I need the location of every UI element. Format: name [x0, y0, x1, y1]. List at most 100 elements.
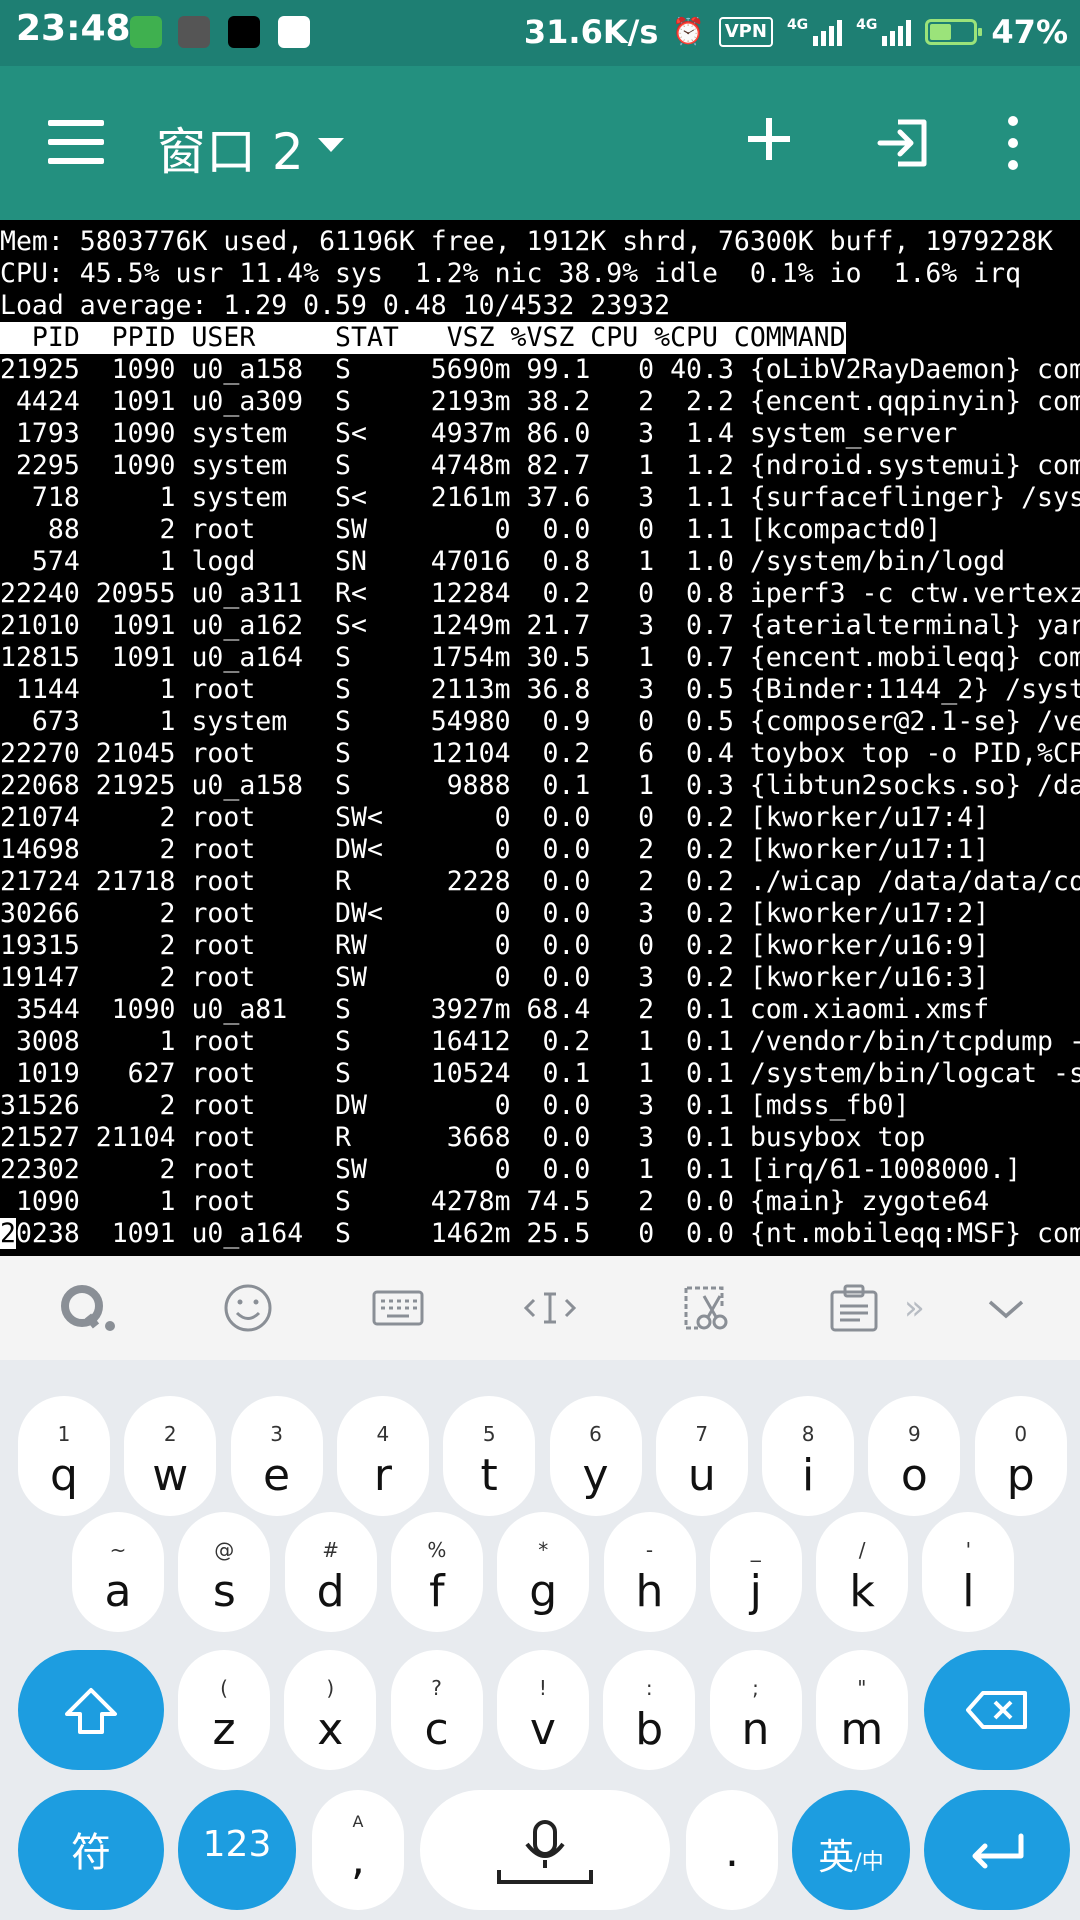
- terminal-icon: [228, 16, 260, 48]
- v2ray-icon: [278, 16, 310, 48]
- process-row: 1090 1 root S 4278m 74.5 2 0.0 {main} zy…: [15, 1186, 990, 1217]
- key-b[interactable]: :b: [603, 1650, 696, 1770]
- key-x[interactable]: ) x: [284, 1650, 377, 1770]
- process-row: 718 1 system S< 2161m 37.6 3 1.1 {surfac…: [31, 482, 1080, 513]
- status-right: 31.6K/s ⏰ VPN 4G 4G 47%: [524, 10, 1068, 54]
- dropdown-arrow-icon[interactable]: [318, 138, 344, 152]
- cursor-move-icon[interactable]: [522, 1282, 578, 1334]
- process-row: 21925 1090 u0_a158 S 5690m 99.1 0 40.3 {…: [0, 354, 1080, 385]
- process-row: 21724 21718 root R 2228 0.0 2 0.2 ./wica…: [0, 866, 1080, 897]
- clipboard-cut-icon[interactable]: [678, 1282, 730, 1334]
- process-row: 574 1 logd SN 47016 0.8 1 1.0 /system/bi…: [31, 546, 1006, 577]
- number-key[interactable]: 123: [178, 1790, 296, 1910]
- process-row: 14698 2 root DW< 0 0.0 2 0.2 [kworker/u1…: [0, 834, 990, 865]
- key-f[interactable]: % f: [390, 1512, 483, 1632]
- more-options-icon[interactable]: [1006, 116, 1020, 170]
- key-c[interactable]: ? c: [390, 1650, 483, 1770]
- process-row: 21074 2 root SW< 0 0.0 0 0.2 [kworker/u1…: [0, 802, 990, 833]
- key-z[interactable]: (z: [178, 1650, 270, 1770]
- soft-keyboard: 符 123 A , . 英/中 1 q 2 w 3 e 4 r 5 t 6 y 7 u 8 i 9 o 0 p ~ a @ s…: [0, 1360, 1080, 1920]
- enter-key[interactable]: [924, 1790, 1070, 1910]
- keyboard-logo-icon[interactable]: [58, 1282, 118, 1334]
- key-y[interactable]: 6y: [549, 1396, 642, 1516]
- symbol-key[interactable]: 符: [18, 1790, 164, 1910]
- process-row: 22302 2 root SW 0 0.0 1 0.1 [irq/61-1008…: [0, 1154, 1022, 1185]
- add-window-button[interactable]: [748, 106, 794, 172]
- app-toolbar: 窗口 2: [0, 66, 1080, 220]
- process-header: PID PPID USER STAT VSZ %VSZ CPU %CPU COM…: [0, 322, 846, 354]
- comma-key[interactable]: A ,: [312, 1790, 404, 1910]
- status-bar: 23:48 31.6K/s ⏰ VPN 4G 4G 47%: [0, 0, 1080, 66]
- battery-percent: 47%: [991, 13, 1068, 51]
- signal-icon-sim2: 4G: [856, 18, 912, 46]
- process-row: 0238 1091 u0_a164 S 1462m 25.5 0 0.0 {nt…: [15, 1218, 1080, 1249]
- collapse-keyboard-icon[interactable]: [986, 1282, 1026, 1334]
- emoji-icon[interactable]: [222, 1282, 274, 1334]
- process-row: 2295 1090 system S 4748m 82.7 1 1.2 {ndr…: [15, 450, 1080, 481]
- shift-key[interactable]: [18, 1650, 164, 1770]
- key-d[interactable]: # d: [284, 1512, 377, 1632]
- period-key[interactable]: .: [686, 1790, 778, 1910]
- process-row: 19147 2 root SW 0 0.0 3 0.2 [kworker/u16…: [0, 962, 990, 993]
- key-h[interactable]: -h: [603, 1512, 696, 1632]
- load-line: Load average: 1.29 0.59 0.48 10/4532 239…: [0, 290, 671, 321]
- language-switch-key[interactable]: 英/中: [792, 1790, 910, 1910]
- status-time: 23:48: [16, 8, 131, 49]
- signal-icon-sim1: 4G: [787, 18, 843, 46]
- process-row: 1793 1090 system S< 4937m 86.0 3 1.4 sys…: [15, 418, 958, 449]
- space-key[interactable]: [420, 1790, 670, 1910]
- process-row: 22068 21925 u0_a158 S 9888 0.1 1 0.3 {li…: [0, 770, 1080, 801]
- key-p[interactable]: 0p: [974, 1396, 1067, 1516]
- app-notification-icon: [178, 16, 210, 48]
- process-row: 19315 2 root RW 0 0.0 0 0.2 [kworker/u16…: [0, 930, 990, 961]
- key-j[interactable]: _ j: [709, 1512, 802, 1632]
- more-tools-icon[interactable]: »: [904, 1282, 934, 1334]
- key-o[interactable]: 9o: [868, 1396, 961, 1516]
- process-row: 12815 1091 u0_a164 S 1754m 30.5 1 0.7 {e…: [0, 642, 1080, 673]
- key-r[interactable]: 4r: [336, 1396, 429, 1516]
- battery-icon: [925, 19, 983, 45]
- process-row: 30266 2 root DW< 0 0.0 3 0.2 [kworker/u1…: [0, 898, 990, 929]
- key-e[interactable]: 3e: [230, 1396, 323, 1516]
- process-row: 1144 1 root S 2113m 36.8 3 0.5 {Binder:1…: [15, 674, 1080, 705]
- terminal-cursor: 2: [0, 1218, 16, 1249]
- key-v[interactable]: ! v: [496, 1650, 589, 1770]
- enter-icon[interactable]: [876, 118, 930, 168]
- key-u[interactable]: 7u: [655, 1396, 748, 1516]
- key-g[interactable]: * g: [497, 1512, 590, 1632]
- process-row: 673 1 system S 54980 0.9 0 0.5 {composer…: [31, 706, 1080, 737]
- keyboard-toolbar: »: [0, 1256, 1080, 1360]
- android-icon: [130, 16, 162, 48]
- key-n[interactable]: ; n: [709, 1650, 802, 1770]
- key-s[interactable]: @ s: [178, 1512, 271, 1632]
- process-row: 31526 2 root DW 0 0.0 3 0.1 [mdss_fb0]: [0, 1090, 910, 1121]
- process-row: 1019 627 root S 10524 0.1 1 0.1 /system/…: [15, 1058, 1080, 1089]
- key-k[interactable]: / k: [816, 1512, 909, 1632]
- key-t[interactable]: 5t: [443, 1396, 536, 1516]
- process-row: 21010 1091 u0_a162 S< 1249m 21.7 3 0.7 {…: [0, 610, 1080, 641]
- process-row: 3008 1 root S 16412 0.2 1 0.1 /vendor/bi…: [15, 1026, 1080, 1057]
- menu-icon[interactable]: [48, 120, 104, 164]
- cpu-line: CPU: 45.5% usr 11.4% sys 1.2% nic 38.9% …: [0, 258, 1022, 289]
- key-m[interactable]: " m: [815, 1650, 908, 1770]
- key-l[interactable]: ' l: [922, 1512, 1015, 1632]
- key-w[interactable]: 2w: [124, 1396, 217, 1516]
- process-row: 3544 1090 u0_a81 S 3927m 68.4 2 0.1 com.…: [15, 994, 990, 1025]
- process-row: 88 2 root SW 0 0.0 0 1.1 [kcompactd0]: [47, 514, 942, 545]
- key-q[interactable]: 1q: [18, 1396, 110, 1516]
- vpn-badge: VPN: [718, 17, 773, 47]
- key-i[interactable]: 8i: [762, 1396, 855, 1516]
- process-row: 4424 1091 u0_a309 S 2193m 38.2 2 2.2 {en…: [15, 386, 1080, 417]
- process-row: 22240 20955 u0_a311 R< 12284 0.2 0 0.8 i…: [0, 578, 1080, 609]
- keyboard-icon[interactable]: [372, 1282, 424, 1334]
- mem-line: Mem: 5803776K used, 61196K free, 1912K s…: [0, 226, 1053, 257]
- clipboard-icon[interactable]: [828, 1282, 880, 1334]
- backspace-key[interactable]: [924, 1650, 1070, 1770]
- process-row: 21527 21104 root R 3668 0.0 3 0.1 busybo…: [0, 1122, 926, 1153]
- process-row: 22270 21045 root S 12104 0.2 6 0.4 toybo…: [0, 738, 1080, 769]
- network-speed: 31.6K/s: [523, 13, 659, 51]
- window-title[interactable]: 窗口 2: [156, 112, 304, 184]
- key-a[interactable]: ~ a: [72, 1512, 164, 1632]
- terminal-output[interactable]: Mem: 5803776K used, 61196K free, 1912K s…: [0, 220, 1080, 1256]
- alarm-icon: ⏰: [672, 17, 705, 47]
